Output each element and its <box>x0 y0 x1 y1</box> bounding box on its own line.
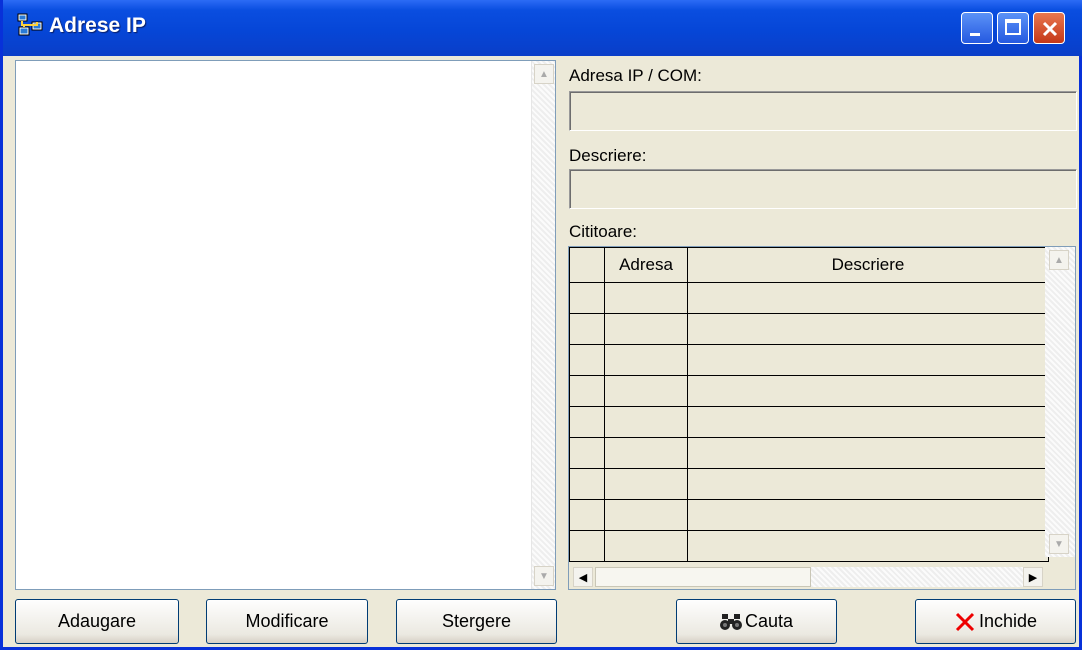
table-row[interactable] <box>569 344 1049 376</box>
address-cell[interactable] <box>604 468 688 500</box>
horizontal-scroll-thumb[interactable] <box>595 567 811 587</box>
description-cell[interactable] <box>687 375 1049 407</box>
address-cell[interactable] <box>604 282 688 314</box>
description-cell[interactable] <box>687 282 1049 314</box>
grid-vertical-scrollbar[interactable]: ▲ ▼ <box>1045 247 1075 557</box>
address-cell[interactable] <box>604 375 688 407</box>
column-header-address[interactable]: Adresa <box>604 247 688 283</box>
grid-scroll-up-arrow[interactable]: ▲ <box>1049 250 1069 270</box>
modify-button[interactable]: Modificare <box>206 599 368 644</box>
address-cell[interactable] <box>604 344 688 376</box>
table-row[interactable] <box>569 468 1049 500</box>
address-cell[interactable] <box>604 530 688 562</box>
close-window-button[interactable] <box>1033 12 1065 44</box>
scroll-down-arrow[interactable]: ▼ <box>534 566 554 586</box>
binoculars-icon <box>719 613 742 630</box>
row-indicator <box>569 344 605 376</box>
minimize-button[interactable] <box>961 12 993 44</box>
row-indicator <box>569 437 605 469</box>
column-header-description[interactable]: Descriere <box>687 247 1049 283</box>
row-indicator <box>569 313 605 345</box>
description-cell[interactable] <box>687 499 1049 531</box>
address-cell[interactable] <box>604 437 688 469</box>
delete-button[interactable]: Stergere <box>396 599 557 644</box>
grid-horizontal-scrollbar[interactable]: ◀ ▶ <box>569 565 1075 589</box>
scroll-right-arrow[interactable]: ▶ <box>1023 567 1043 587</box>
table-row[interactable] <box>569 437 1049 469</box>
close-icon <box>1042 21 1058 37</box>
description-field[interactable] <box>569 169 1077 209</box>
description-cell[interactable] <box>687 406 1049 438</box>
description-cell[interactable] <box>687 313 1049 345</box>
add-button[interactable]: Adaugare <box>15 599 179 644</box>
window: Adrese IP ▲ ▼ Adresa IP / COM: Descriere… <box>0 0 1082 650</box>
table-row[interactable] <box>569 282 1049 314</box>
description-cell[interactable] <box>687 530 1049 562</box>
description-cell[interactable] <box>687 468 1049 500</box>
table-row[interactable] <box>569 375 1049 407</box>
row-indicator <box>569 468 605 500</box>
close-button[interactable]: Inchide <box>915 599 1076 644</box>
ip-address-list[interactable]: ▲ ▼ <box>15 60 556 590</box>
readers-label: Cititoare: <box>569 222 638 241</box>
description-label: Descriere: <box>569 146 647 165</box>
address-cell[interactable] <box>604 313 688 345</box>
maximize-button[interactable] <box>997 12 1029 44</box>
grid-scroll-down-arrow[interactable]: ▼ <box>1049 534 1069 554</box>
description-cell[interactable] <box>687 437 1049 469</box>
scroll-left-arrow[interactable]: ◀ <box>573 567 593 587</box>
row-indicator <box>569 530 605 562</box>
address-cell[interactable] <box>604 406 688 438</box>
address-label: Adresa IP / COM: <box>569 66 702 85</box>
address-field[interactable] <box>569 91 1077 131</box>
row-indicator <box>569 406 605 438</box>
description-cell[interactable] <box>687 344 1049 376</box>
row-indicator-header <box>569 247 605 283</box>
table-row[interactable] <box>569 530 1049 562</box>
search-button[interactable]: Cauta <box>676 599 837 644</box>
red-x-icon <box>955 612 975 631</box>
scroll-up-arrow[interactable]: ▲ <box>534 64 554 84</box>
list-scrollbar[interactable]: ▲ ▼ <box>531 61 555 589</box>
row-indicator <box>569 282 605 314</box>
horizontal-scroll-track[interactable] <box>811 567 1031 587</box>
readers-table: Adresa Descriere <box>569 247 1049 562</box>
table-row[interactable] <box>569 499 1049 531</box>
network-icon <box>17 13 43 36</box>
row-indicator <box>569 499 605 531</box>
table-row[interactable] <box>569 406 1049 438</box>
row-indicator <box>569 375 605 407</box>
title-bar[interactable]: Adrese IP <box>3 0 1082 56</box>
search-button-label: Cauta <box>744 611 794 631</box>
close-button-label: Inchide <box>978 611 1038 631</box>
readers-grid[interactable]: Adresa Descriere ▲ ▼ ◀ ▶ <box>568 246 1076 590</box>
window-title: Adrese IP <box>49 14 146 37</box>
address-cell[interactable] <box>604 499 688 531</box>
table-row[interactable] <box>569 313 1049 345</box>
